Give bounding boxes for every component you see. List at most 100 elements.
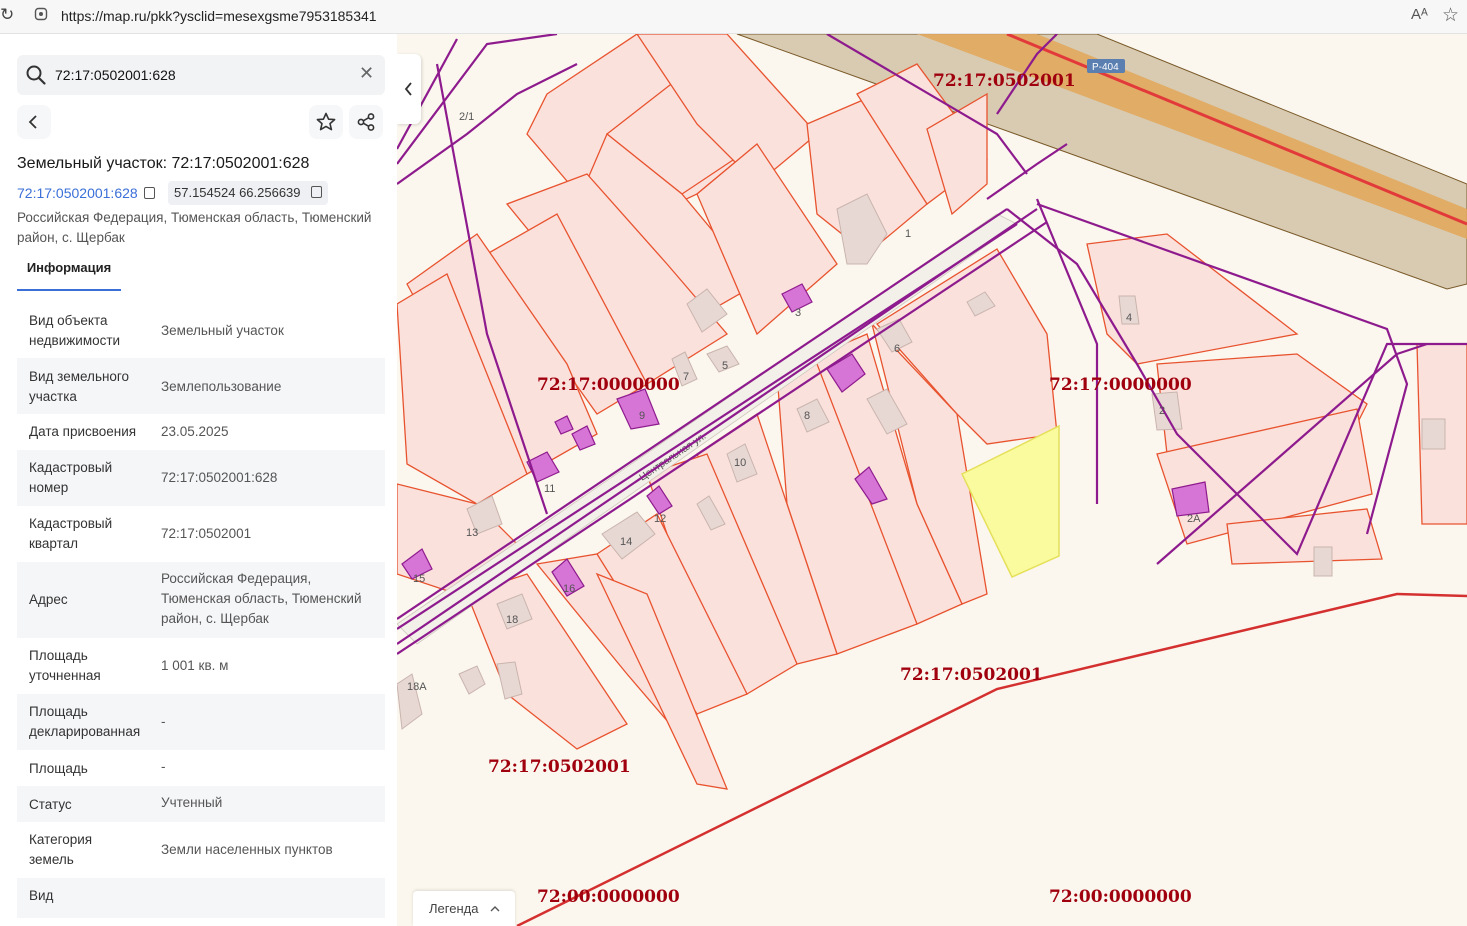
collapse-sidebar-button[interactable] [397,54,421,124]
share-icon [357,113,375,131]
building[interactable] [1313,546,1333,577]
table-row: Адрес Российская Федерация, Тюменская обл… [17,562,385,638]
row-value-line1: Российская Федерация, [161,571,312,586]
table-row: Статус Учтенный [17,786,385,822]
cadastral-number-text: 72:17:0502001:628 [17,185,138,201]
site-info-icon[interactable] [34,7,48,24]
info-table: Вид объекта недвижимости Земельный участо… [17,302,385,918]
row-label-line1: Вид [29,888,54,903]
plot-number: 10 [734,457,746,469]
table-row: Вид объекта недвижимости Земельный участо… [17,302,385,358]
row-value: 72:17:0502001 [161,526,252,541]
table-row: Кадастровый номер 72:17:0502001:628 [17,450,385,506]
plot-number: 6 [894,343,900,355]
copy-icon[interactable] [310,186,322,198]
cadastral-number-link[interactable]: 72:17:0502001:628 [17,185,155,201]
row-value: - [161,714,166,729]
favorite-star-icon[interactable]: ☆ [1442,4,1459,27]
power-line [986,143,1068,200]
row-value: Землепользование [161,379,282,394]
favorite-button[interactable] [309,105,343,139]
read-aloud-icon[interactable]: Aᴬ [1411,6,1428,23]
row-label-line2: участка [29,389,77,404]
road-badge-label: Р-404 [1092,62,1119,73]
coordinates-text: 57.154524 66.256639 [174,185,301,200]
plot-number: 2 [1159,405,1165,417]
quarter-label: 72:17:0502001 [933,71,1076,91]
plot-number: 2/1 [459,111,474,123]
search-icon [25,64,47,91]
address-text-line2: район, с. Щербак [17,230,125,245]
back-button[interactable] [17,105,51,139]
copy-icon[interactable] [143,187,155,199]
table-row: Кадастровый квартал 72:17:0502001 [17,506,385,562]
plot-number: 18 [506,614,518,626]
row-value: - [161,759,166,774]
chevron-left-icon [404,82,412,96]
row-label-line2: земель [29,852,74,867]
row-label-line1: Площадь [29,648,88,663]
plot-number: 8 [804,410,810,422]
quarter-label: 72:00:0000000 [537,887,680,907]
quarter-label: 72:17:0502001 [900,665,1043,685]
parcel[interactable] [1086,233,1299,365]
table-row: Вид [17,878,385,918]
chevron-up-icon [490,906,500,912]
plot-number: 18А [407,681,427,693]
row-value: 72:17:0502001:628 [161,470,278,485]
quarter-label: 72:17:0000000 [537,375,680,395]
row-label-line1: Адрес [29,592,68,607]
row-label-line1: Вид объекта [29,313,108,328]
plot-number: 1 [905,228,911,240]
reload-icon[interactable]: ↻ [0,5,14,25]
tab-information[interactable]: Информация [17,260,121,291]
row-label-line1: Дата присвоения [29,424,137,439]
coordinates-chip[interactable]: 57.154524 66.256639 [168,181,328,205]
row-value: Земли населенных пунктов [161,842,333,857]
row-label-line2: номер [29,480,69,495]
chevron-left-icon [28,115,37,129]
row-label-line1: Вид земельного [29,369,130,384]
table-row: Площадь - [17,750,385,786]
search-input[interactable] [55,64,345,86]
map-view[interactable]: Центральная ул. Р-404 72:17:0502001 72:1… [397,34,1467,926]
plot-number: 3 [795,307,801,319]
row-value: Учтенный [161,795,223,810]
row-label-line2: декларированная [29,724,141,739]
star-icon [316,112,336,131]
table-row: Дата присвоения 23.05.2025 [17,414,385,450]
row-label-line1: Кадастровый [29,460,113,475]
address-text-line1: Российская Федерация, Тюменская область,… [17,210,372,225]
plot-number: 14 [620,536,632,548]
power-line [397,34,558,165]
plot-number: 16 [563,583,575,595]
legend-label: Легенда [429,901,479,916]
plot-number: 5 [722,360,728,372]
plot-number: 15 [413,573,425,585]
row-label-line2: уточненная [29,668,101,683]
legend-button[interactable]: Легенда [413,891,515,926]
building[interactable] [1421,418,1446,450]
table-row: Категория земель Земли населенных пунктов [17,822,385,878]
share-button[interactable] [349,105,383,139]
row-label-line1: Площадь [29,704,88,719]
address-bar[interactable]: https://map.ru/pkk?ysclid=mesexgsme79531… [61,8,377,24]
plot-number: 2А [1187,513,1201,525]
sidebar-panel: ✕ Земельный участок: 72:17:0502001:628 7… [0,34,397,926]
row-label-line1: Категория [29,832,93,847]
table-row: Вид земельного участка Землепользование [17,358,385,414]
row-value-line3: район, с. Щербак [161,611,269,626]
plot-number: 12 [654,513,666,525]
clear-icon[interactable]: ✕ [359,63,374,84]
page-title: Земельный участок: 72:17:0502001:628 [17,155,310,172]
row-value: Земельный участок [161,323,284,338]
plot-number: 7 [683,371,689,383]
plot-number: 13 [466,527,478,539]
row-value-line2: Тюменская область, Тюменский [161,591,362,606]
row-label-line2: квартал [29,536,79,551]
table-row: Площадь уточненная 1 001 кв. м [17,638,385,694]
plot-number: 11 [544,483,555,495]
row-label-line1: Статус [29,797,72,812]
map-canvas[interactable]: Центральная ул. Р-404 72:17:0502001 72:1… [397,34,1467,926]
building[interactable] [458,665,486,695]
